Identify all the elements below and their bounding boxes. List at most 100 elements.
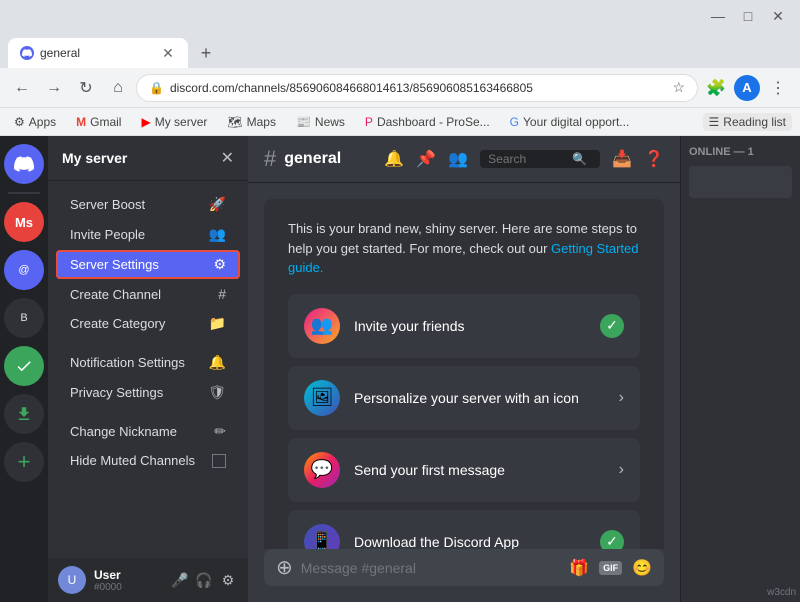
dashboard-icon: P bbox=[365, 115, 373, 129]
new-tab-button[interactable]: + bbox=[192, 39, 220, 67]
pin-icon[interactable]: 📌 bbox=[416, 149, 436, 169]
tab-close-button[interactable]: ✕ bbox=[160, 45, 176, 61]
server-avatar-2[interactable]: B bbox=[4, 298, 44, 338]
gif-button[interactable]: GIF bbox=[599, 561, 622, 575]
inbox-icon[interactable]: 📥 bbox=[612, 149, 632, 169]
active-tab[interactable]: general ✕ bbox=[8, 38, 188, 68]
task-personalize[interactable]: 🖼 Personalize your server with an icon › bbox=[288, 366, 640, 430]
bookmark-youtube[interactable]: ▶ My server bbox=[135, 113, 213, 131]
search-input[interactable] bbox=[488, 152, 568, 166]
add-server-button[interactable]: + bbox=[4, 442, 44, 482]
menu-item-create-channel[interactable]: Create Channel # bbox=[56, 280, 240, 308]
nav-right-controls: 🧩 A ⋮ bbox=[702, 74, 792, 102]
bookmark-dashboard[interactable]: P Dashboard - ProSe... bbox=[359, 113, 496, 131]
maximize-button[interactable]: □ bbox=[734, 6, 762, 26]
menu-item-create-category[interactable]: Create Category 📁 bbox=[56, 309, 240, 338]
task-invite-label: Invite your friends bbox=[354, 318, 586, 334]
chat-input-icons: 🎁 GIF 😊 bbox=[569, 558, 652, 578]
task-personalize-icon: 🖼 bbox=[304, 380, 340, 416]
channel-hash-icon: # bbox=[264, 146, 276, 172]
forward-button[interactable]: → bbox=[40, 74, 68, 102]
online-header: ONLINE — 1 bbox=[689, 146, 792, 158]
task-invite[interactable]: 👥 Invite your friends ✓ bbox=[288, 294, 640, 358]
deafen-button[interactable]: 🎧 bbox=[194, 570, 214, 590]
bookmark-apps-label: Apps bbox=[29, 115, 56, 129]
task-download[interactable]: 📱 Download the Discord App ✓ bbox=[288, 510, 640, 550]
server-boost-icon: 🚀 bbox=[209, 196, 226, 213]
chat-input-area: ⊕ 🎁 GIF 😊 bbox=[264, 549, 664, 586]
user-settings-button[interactable]: ⚙ bbox=[218, 570, 238, 590]
invite-people-icon: 👥 bbox=[209, 226, 226, 243]
google-icon: G bbox=[510, 115, 519, 129]
home-button[interactable]: ⌂ bbox=[104, 74, 132, 102]
watermark: w3cdn bbox=[767, 587, 796, 598]
more-button[interactable]: ⋮ bbox=[764, 74, 792, 102]
menu-item-server-settings[interactable]: Server Settings ⚙ bbox=[56, 250, 240, 279]
discord-home-button[interactable] bbox=[4, 144, 44, 184]
server-ms[interactable]: Ms bbox=[4, 202, 44, 242]
task-message-label: Send your first message bbox=[354, 462, 605, 478]
window-controls: — □ ✕ bbox=[704, 6, 792, 26]
tab-favicon bbox=[20, 46, 34, 60]
gmail-icon: M bbox=[76, 115, 86, 129]
apps-icon: ⚙ bbox=[14, 115, 25, 129]
menu-item-privacy-settings[interactable]: Privacy Settings 🛡 bbox=[56, 378, 240, 407]
menu-item-server-boost[interactable]: Server Boost 🚀 bbox=[56, 190, 240, 219]
menu-item-notification-settings[interactable]: Notification Settings 🔔 bbox=[56, 348, 240, 377]
close-button[interactable]: ✕ bbox=[764, 6, 792, 26]
bookmark-news[interactable]: 📰 News bbox=[290, 113, 351, 131]
reload-button[interactable]: ↻ bbox=[72, 74, 100, 102]
server-settings-label: Server Settings bbox=[70, 257, 159, 272]
menu-item-invite-people[interactable]: Invite People 👥 bbox=[56, 220, 240, 249]
bookmark-gmail[interactable]: M Gmail bbox=[70, 113, 127, 131]
server-header[interactable]: My server ✕ bbox=[48, 136, 248, 181]
profile-button[interactable]: A bbox=[734, 75, 760, 101]
bookmark-dashboard-label: Dashboard - ProSe... bbox=[377, 115, 490, 129]
emoji-icon[interactable]: 😊 bbox=[632, 558, 652, 578]
gift-icon[interactable]: 🎁 bbox=[569, 558, 589, 578]
bookmark-maps[interactable]: 🗺 Maps bbox=[221, 113, 282, 131]
mute-button[interactable]: 🎤 bbox=[170, 570, 190, 590]
bookmark-youtube-label: My server bbox=[155, 115, 208, 129]
user-discriminator: #0000 bbox=[94, 582, 162, 593]
privacy-settings-icon: 🛡 bbox=[208, 384, 226, 401]
menu-item-hide-muted[interactable]: Hide Muted Channels bbox=[56, 447, 240, 474]
task-invite-check: ✓ bbox=[600, 314, 624, 338]
maps-icon: 🗺 bbox=[227, 115, 242, 129]
bookmark-star-icon[interactable]: ☆ bbox=[672, 79, 685, 96]
bookmark-apps[interactable]: ⚙ Apps bbox=[8, 113, 62, 131]
right-panel: ONLINE — 1 bbox=[680, 136, 800, 602]
back-button[interactable]: ← bbox=[8, 74, 36, 102]
discord-app: Ms @ B + My server ✕ Server Boost 🚀 Invi… bbox=[0, 136, 800, 602]
bell-icon[interactable]: 🔔 bbox=[384, 149, 404, 169]
server-download[interactable] bbox=[4, 394, 44, 434]
bookmark-digital[interactable]: G Your digital opport... bbox=[504, 113, 636, 131]
members-icon[interactable]: 👥 bbox=[448, 149, 468, 169]
search-bar[interactable]: 🔍 bbox=[480, 150, 600, 168]
task-message-icon: 💬 bbox=[304, 452, 340, 488]
add-attachment-icon[interactable]: ⊕ bbox=[276, 555, 293, 580]
tab-bar: general ✕ + bbox=[0, 32, 800, 68]
task-message[interactable]: 💬 Send your first message › bbox=[288, 438, 640, 502]
server-avatar-1[interactable]: @ bbox=[4, 250, 44, 290]
address-bar[interactable]: 🔒 discord.com/channels/85690608466801461… bbox=[136, 74, 698, 102]
help-icon[interactable]: ❓ bbox=[644, 149, 664, 169]
reading-list-button[interactable]: ☰ Reading list bbox=[703, 113, 792, 131]
notification-settings-label: Notification Settings bbox=[70, 355, 185, 370]
reading-list-label: Reading list bbox=[723, 115, 786, 129]
user-info: User #0000 bbox=[94, 568, 162, 593]
message-input[interactable] bbox=[301, 560, 561, 576]
channel-sidebar: My server ✕ Server Boost 🚀 Invite People… bbox=[48, 136, 248, 602]
title-bar: — □ ✕ bbox=[0, 0, 800, 32]
extensions-button[interactable]: 🧩 bbox=[702, 74, 730, 102]
task-personalize-label: Personalize your server with an icon bbox=[354, 390, 605, 406]
menu-item-change-nickname[interactable]: Change Nickname ✏ bbox=[56, 417, 240, 446]
task-personalize-arrow: › bbox=[619, 389, 624, 407]
server-green[interactable] bbox=[4, 346, 44, 386]
sidebar-close-icon[interactable]: ✕ bbox=[221, 148, 234, 168]
minimize-button[interactable]: — bbox=[704, 6, 732, 26]
channel-name: general bbox=[284, 150, 341, 168]
user-action-buttons: 🎤 🎧 ⚙ bbox=[170, 570, 238, 590]
task-invite-icon: 👥 bbox=[304, 308, 340, 344]
youtube-icon: ▶ bbox=[141, 115, 150, 129]
